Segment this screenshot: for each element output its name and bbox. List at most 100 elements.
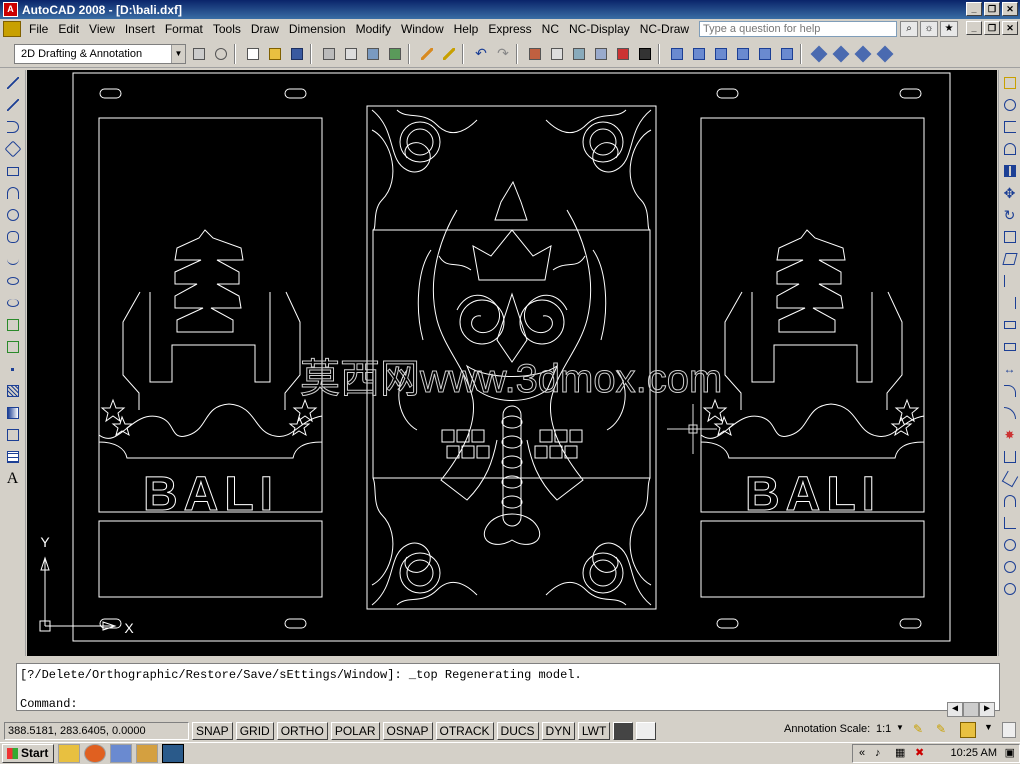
favorites-icon[interactable]: ★ <box>940 21 958 37</box>
dimension-diameter-icon[interactable] <box>1001 580 1019 598</box>
help-search-input[interactable]: Type a question for help <box>699 21 897 37</box>
arc-icon[interactable] <box>4 184 22 202</box>
break-at-point-icon[interactable] <box>1001 316 1019 334</box>
menu-express[interactable]: Express <box>483 20 536 38</box>
table-icon[interactable] <box>4 448 22 466</box>
point-icon[interactable] <box>4 360 22 378</box>
lock-icon[interactable] <box>960 722 976 738</box>
chamfer-icon[interactable] <box>1001 382 1019 400</box>
3d-dwf-icon[interactable] <box>386 45 404 63</box>
extend-icon[interactable] <box>1001 294 1019 312</box>
menu-help[interactable]: Help <box>449 20 484 38</box>
polygon-icon[interactable] <box>4 140 22 158</box>
make-block-icon[interactable] <box>4 338 22 356</box>
workspace-settings-icon[interactable] <box>190 45 208 63</box>
tool-palettes-icon[interactable] <box>592 45 610 63</box>
construction-line-icon[interactable] <box>4 96 22 114</box>
view-back-icon[interactable] <box>778 45 796 63</box>
open-folder-icon[interactable] <box>266 45 284 63</box>
calculator-icon[interactable] <box>636 45 654 63</box>
menu-view[interactable]: View <box>84 20 120 38</box>
view-top-icon[interactable] <box>668 45 686 63</box>
annotation-visibility-icon[interactable]: ✎ <box>913 722 929 738</box>
menu-edit[interactable]: Edit <box>53 20 84 38</box>
clean-screen-icon[interactable] <box>1002 722 1016 738</box>
publish-icon[interactable] <box>364 45 382 63</box>
multiline-text-icon[interactable]: A <box>4 470 22 488</box>
ortho-toggle[interactable]: ORTHO <box>276 721 328 740</box>
hatch-icon[interactable] <box>4 382 22 400</box>
dimension-ordinate-icon[interactable] <box>1001 514 1019 532</box>
lwt-toggle[interactable]: LWT <box>577 721 611 740</box>
undo-icon[interactable]: ↶ <box>472 45 490 63</box>
dimension-aligned-icon[interactable] <box>1001 470 1019 488</box>
menu-format[interactable]: Format <box>160 20 208 38</box>
offset-icon[interactable] <box>1001 140 1019 158</box>
print-icon[interactable] <box>320 45 338 63</box>
auto-scale-icon[interactable]: ✎ <box>936 722 952 738</box>
dimension-radius-icon[interactable] <box>1001 536 1019 554</box>
print-preview-icon[interactable] <box>342 45 360 63</box>
fillet-icon[interactable] <box>1001 404 1019 422</box>
osnap-toggle[interactable]: OSNAP <box>382 721 433 740</box>
scroll-right-icon[interactable]: ▶ <box>979 702 995 717</box>
dimension-arc-icon[interactable] <box>1001 492 1019 510</box>
otrack-toggle[interactable]: OTRACK <box>435 721 494 740</box>
gear-icon[interactable] <box>212 45 230 63</box>
insert-block-icon[interactable] <box>4 316 22 334</box>
iso-ne-icon[interactable] <box>854 45 872 63</box>
explode-icon[interactable]: ✸ <box>1001 426 1019 444</box>
view-bottom-icon[interactable] <box>690 45 708 63</box>
menu-nc[interactable]: NC <box>537 20 564 38</box>
doc-minimize-icon[interactable]: _ <box>966 21 982 35</box>
firefox-icon[interactable] <box>84 744 106 763</box>
menu-file[interactable]: File <box>24 20 53 38</box>
rotate-icon[interactable]: ↻ <box>1001 206 1019 224</box>
break-icon[interactable] <box>1001 338 1019 356</box>
line-icon[interactable] <box>4 74 22 92</box>
window-app-icon[interactable] <box>110 744 132 763</box>
join-icon[interactable]: ↔ <box>1001 360 1019 378</box>
stretch-icon[interactable] <box>1001 250 1019 268</box>
doc-restore-icon[interactable]: ❐ <box>984 21 1000 35</box>
copy-icon[interactable] <box>1001 96 1019 114</box>
model-icon[interactable] <box>613 721 634 740</box>
spline-icon[interactable] <box>4 250 22 268</box>
volume-icon[interactable]: ♪ <box>875 745 881 762</box>
match-properties-icon[interactable] <box>440 45 458 63</box>
layout-icon[interactable] <box>636 721 657 740</box>
start-button[interactable]: Start <box>2 744 54 763</box>
drawing-canvas[interactable]: BALI BALI Y X 莫西网www.3dmox.com <box>27 70 997 656</box>
view-front-icon[interactable] <box>756 45 774 63</box>
dyn-toggle[interactable]: DYN <box>541 721 575 740</box>
restore-icon[interactable]: ❐ <box>984 2 1000 16</box>
view-left-icon[interactable] <box>712 45 730 63</box>
menu-window[interactable]: Window <box>396 20 449 38</box>
document-icon[interactable] <box>3 21 21 37</box>
scroll-thumb[interactable] <box>963 702 979 717</box>
network-icon[interactable]: ▦ <box>895 745 905 762</box>
ducs-toggle[interactable]: DUCS <box>496 721 539 740</box>
properties-icon[interactable] <box>548 45 566 63</box>
doc-close-icon[interactable]: ✕ <box>1002 21 1018 35</box>
desktop-icon[interactable]: ▣ <box>1005 745 1015 762</box>
menu-insert[interactable]: Insert <box>120 20 160 38</box>
new-file-icon[interactable] <box>244 45 262 63</box>
polyline-icon[interactable] <box>4 118 22 136</box>
dimension-jogged-icon[interactable] <box>1001 558 1019 576</box>
communication-center-icon[interactable]: ☼ <box>920 21 938 37</box>
region-icon[interactable] <box>4 426 22 444</box>
snap-toggle[interactable]: SNAP <box>192 721 233 740</box>
command-scrollbar[interactable]: ◀ ▶ <box>947 702 1001 718</box>
revision-cloud-icon[interactable] <box>4 228 22 246</box>
menu-nc-draw[interactable]: NC-Draw <box>635 20 694 38</box>
ellipse-icon[interactable] <box>4 272 22 290</box>
array-icon[interactable] <box>1001 162 1019 180</box>
menu-dimension[interactable]: Dimension <box>284 20 351 38</box>
design-center-icon[interactable] <box>570 45 588 63</box>
mirror-icon[interactable] <box>1001 118 1019 136</box>
view-right-icon[interactable] <box>734 45 752 63</box>
sheet-set-icon[interactable] <box>614 45 632 63</box>
circle-icon[interactable] <box>4 206 22 224</box>
folder-app-icon[interactable] <box>136 744 158 763</box>
